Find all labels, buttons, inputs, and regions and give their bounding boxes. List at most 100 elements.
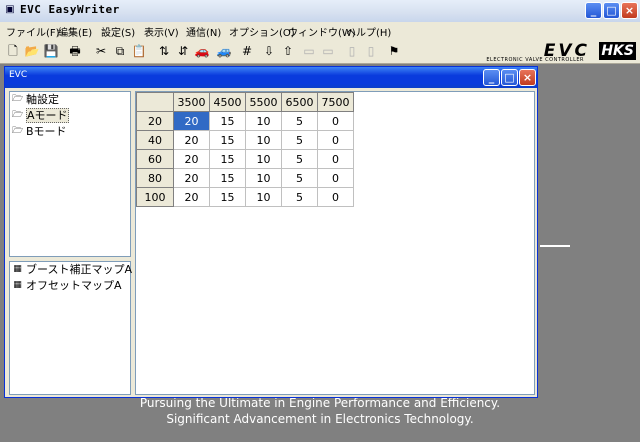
table-cell[interactable]: 20 — [173, 168, 210, 188]
close-button[interactable]: × — [621, 2, 638, 19]
map-grid: 3500 4500 5500 6500 7500 20 20 15 10 5 0… — [135, 91, 535, 395]
menu-file[interactable]: ファイル(F) — [6, 24, 60, 39]
menu-edit[interactable]: 編集(E) — [58, 24, 92, 39]
paste-icon[interactable]: 📋 — [130, 42, 148, 60]
folder-icon: 🗁 — [12, 110, 24, 120]
column-header: 6500 — [281, 92, 318, 112]
table-cell[interactable]: 10 — [245, 130, 282, 150]
print-icon[interactable]: 🖶 — [66, 42, 84, 60]
row-header: 40 — [136, 130, 174, 150]
decorative-line — [540, 245, 570, 247]
table-row: 60 20 15 10 5 0 — [136, 149, 354, 169]
table-cell[interactable]: 5 — [281, 111, 318, 131]
panel-icon[interactable]: ▯ — [343, 42, 361, 60]
copy-icon[interactable]: ⧉ — [111, 42, 129, 60]
save-icon[interactable]: 💾 — [42, 42, 60, 60]
child-close-button[interactable]: × — [519, 69, 536, 86]
tree-item-a-mode[interactable]: 🗁 Aモード — [10, 108, 130, 124]
table-cell[interactable]: 5 — [281, 187, 318, 207]
grid-icon[interactable]: # — [238, 42, 256, 60]
row-header: 80 — [136, 168, 174, 188]
table-cell[interactable]: 5 — [281, 149, 318, 169]
tagline-line2: Significant Advancement in Electronics T… — [166, 412, 474, 426]
map-icon: ▦ — [13, 280, 22, 290]
open-icon[interactable]: 📂 — [23, 42, 41, 60]
column-header: 3500 — [173, 92, 210, 112]
mode-tree: 🗁 軸設定 🗁 Aモード 🗁 Bモード — [9, 91, 131, 257]
evc-doc-icon[interactable]: EVC — [9, 70, 27, 80]
table-cell[interactable]: 0 — [317, 130, 354, 150]
write-icon[interactable]: ⇩ — [260, 42, 278, 60]
maximize-button[interactable]: □ — [603, 2, 620, 19]
tree-item-axis[interactable]: 🗁 軸設定 — [10, 92, 130, 108]
monitor-icon[interactable]: ▭ — [300, 42, 318, 60]
child-maximize-button[interactable]: □ — [501, 69, 518, 86]
evc-app-icon[interactable]: ▣ — [3, 4, 17, 16]
column-header: 7500 — [317, 92, 354, 112]
table-header-row: 3500 4500 5500 6500 7500 — [136, 92, 354, 112]
evc-logo-sub: ELECTRONIC VALVE CONTROLLER — [486, 57, 584, 63]
table-row: 100 20 15 10 5 0 — [136, 187, 354, 207]
toolbar: 🗋 📂 💾 🖶 ✂ ⧉ 📋 ⇅ ⇵ 🚗 🚙 # ⇩ ⇧ ▭ ▭ ▯ ▯ ⚑ EV… — [0, 40, 640, 64]
table-cell[interactable]: 15 — [209, 130, 246, 150]
table-cell[interactable]: 20 — [173, 111, 210, 131]
menu-comm[interactable]: 通信(N) — [186, 24, 221, 39]
tagline-line1: Pursuing the Ultimate in Engine Performa… — [139, 396, 501, 410]
panel-icon[interactable]: ▯ — [362, 42, 380, 60]
table-cell[interactable]: 10 — [245, 168, 282, 188]
app-title-bar[interactable]: ▣ EVC EasyWriter _ □ × — [0, 0, 640, 23]
row-header: 60 — [136, 149, 174, 169]
car-icon[interactable]: 🚗 — [193, 42, 211, 60]
table-cell[interactable]: 20 — [173, 187, 210, 207]
map-icon: ▦ — [13, 264, 22, 274]
folder-icon: 🗁 — [12, 126, 24, 136]
hks-logo: HKS — [599, 42, 636, 60]
table-cell[interactable]: 15 — [209, 111, 246, 131]
app-title: EVC EasyWriter — [20, 3, 120, 16]
table-cell[interactable]: 0 — [317, 149, 354, 169]
map-list: ▦ ブースト補正マップA ▦ オフセットマップA — [9, 261, 132, 395]
sort-icon[interactable]: ⇵ — [174, 42, 192, 60]
table-cell[interactable]: 5 — [281, 130, 318, 150]
menu-view[interactable]: 表示(V) — [144, 24, 179, 39]
table-cell[interactable]: 0 — [317, 111, 354, 131]
menu-settings[interactable]: 設定(S) — [101, 24, 135, 39]
menu-options[interactable]: オプション(O) — [229, 24, 295, 39]
flag-icon[interactable]: ⚑ — [385, 42, 403, 60]
table-cell[interactable]: 0 — [317, 187, 354, 207]
table-row: 20 20 15 10 5 0 — [136, 111, 354, 131]
map-item-boost[interactable]: ▦ ブースト補正マップA — [10, 262, 132, 278]
table-cell[interactable]: 15 — [209, 168, 246, 188]
table-corner — [136, 92, 174, 112]
table-row: 40 20 15 10 5 0 — [136, 130, 354, 150]
minimize-button[interactable]: _ — [585, 2, 602, 19]
car-icon[interactable]: 🚙 — [215, 42, 233, 60]
table-cell[interactable]: 5 — [281, 168, 318, 188]
row-header: 100 — [136, 187, 174, 207]
table-cell[interactable]: 20 — [173, 149, 210, 169]
table-cell[interactable]: 20 — [173, 130, 210, 150]
table-cell[interactable]: 10 — [245, 111, 282, 131]
sort-icon[interactable]: ⇅ — [155, 42, 173, 60]
table-cell[interactable]: 15 — [209, 149, 246, 169]
menu-help[interactable]: ヘルプ(H) — [346, 24, 391, 39]
map-item-offset[interactable]: ▦ オフセットマップA — [10, 278, 130, 294]
cut-icon[interactable]: ✂ — [92, 42, 110, 60]
monitor-icon[interactable]: ▭ — [319, 42, 337, 60]
map-table: 3500 4500 5500 6500 7500 20 20 15 10 5 0… — [136, 92, 354, 207]
read-icon[interactable]: ⇧ — [279, 42, 297, 60]
row-header: 20 — [136, 111, 174, 131]
table-cell[interactable]: 10 — [245, 149, 282, 169]
table-cell[interactable]: 15 — [209, 187, 246, 207]
column-header: 5500 — [245, 92, 282, 112]
map-editor-window: EVC _ □ × 🗁 軸設定 🗁 Aモード 🗁 Bモード ▦ ブースト補正マッ… — [4, 66, 538, 398]
menu-bar: ファイル(F) 編集(E) 設定(S) 表示(V) 通信(N) オプション(O)… — [0, 22, 640, 40]
column-header: 4500 — [209, 92, 246, 112]
child-title-bar[interactable]: EVC _ □ × — [5, 67, 537, 88]
new-icon[interactable]: 🗋 — [4, 42, 22, 60]
folder-icon: 🗁 — [12, 94, 24, 104]
table-cell[interactable]: 10 — [245, 187, 282, 207]
tree-item-b-mode[interactable]: 🗁 Bモード — [10, 124, 130, 140]
table-cell[interactable]: 0 — [317, 168, 354, 188]
child-minimize-button[interactable]: _ — [483, 69, 500, 86]
